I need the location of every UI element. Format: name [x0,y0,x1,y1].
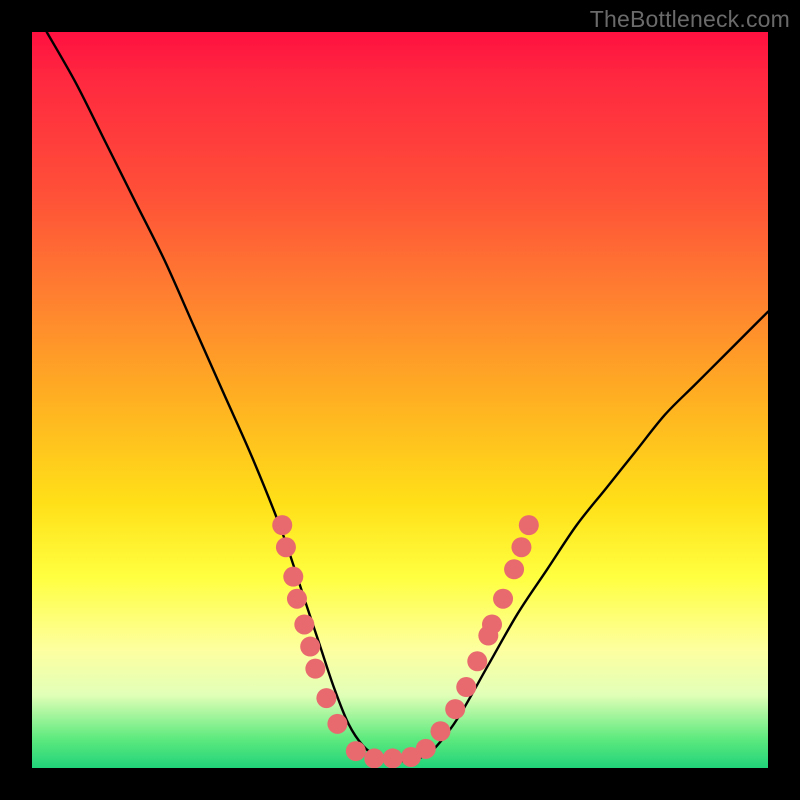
chart-stage: TheBottleneck.com [0,0,800,800]
sample-point [300,637,320,657]
sample-points-group [272,515,539,768]
bottleneck-curve [47,32,768,761]
sample-point [346,741,366,761]
sample-point [504,559,524,579]
sample-point [493,589,513,609]
sample-point [327,714,347,734]
sample-point [511,537,531,557]
sample-point [294,614,314,634]
sample-point [364,748,384,768]
sample-point [445,699,465,719]
plot-area [32,32,768,768]
sample-point [519,515,539,535]
sample-point [467,651,487,671]
sample-point [283,567,303,587]
sample-point [482,614,502,634]
sample-point [383,748,403,768]
sample-point [416,739,436,759]
sample-point [430,721,450,741]
sample-point [316,688,336,708]
sample-point [287,589,307,609]
sample-point [272,515,292,535]
sample-point [305,659,325,679]
sample-point [456,677,476,697]
sample-point [276,537,296,557]
watermark-text: TheBottleneck.com [590,6,790,33]
chart-svg [32,32,768,768]
